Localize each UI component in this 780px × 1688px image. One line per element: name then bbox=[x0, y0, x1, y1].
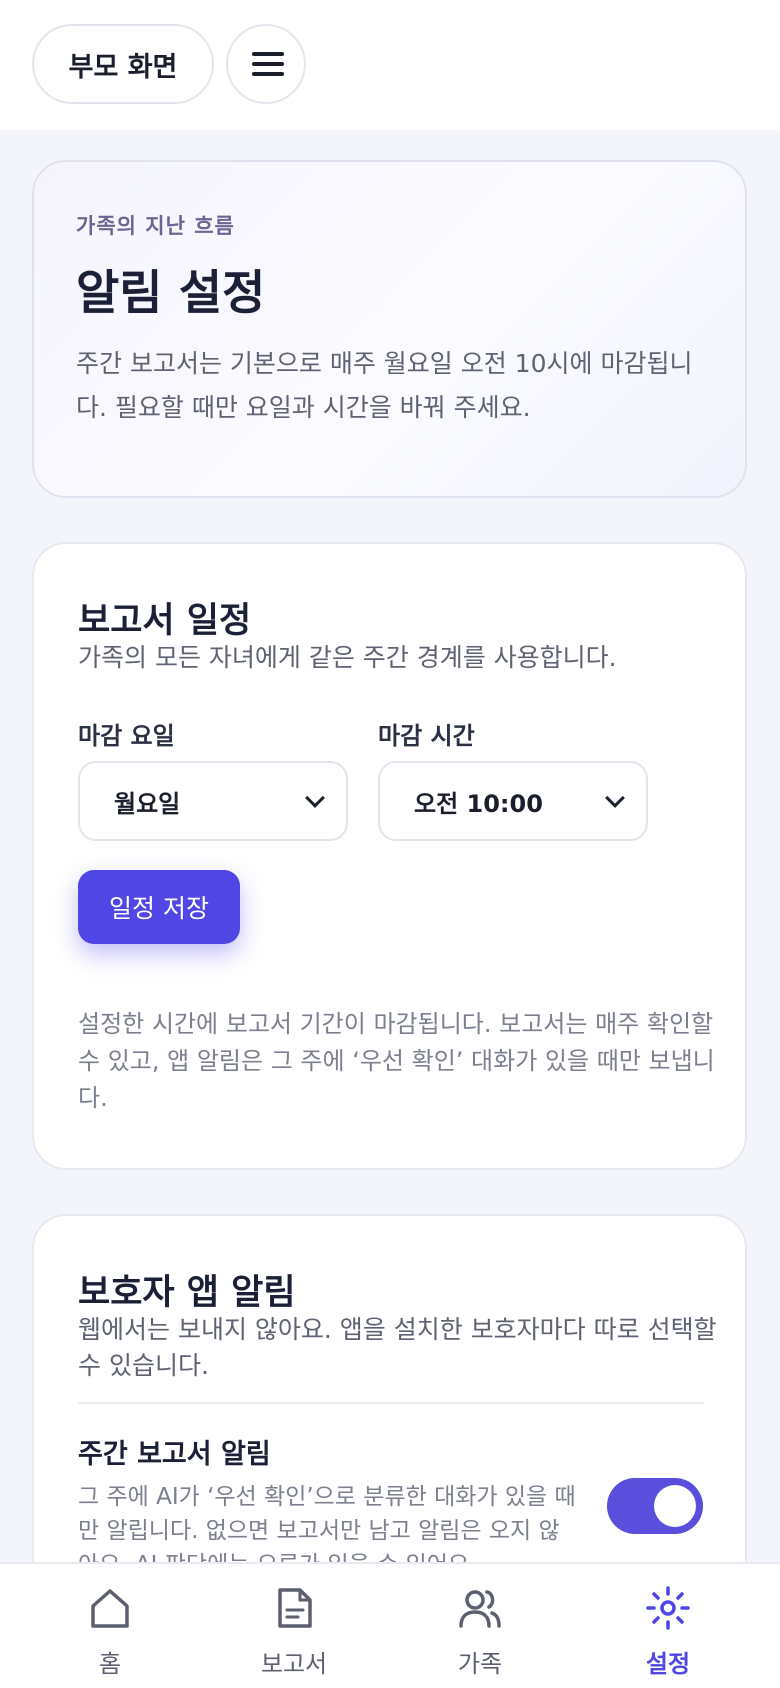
alerts-subtitle: 웹에서는 보내지 않아요. 앱을 설치한 보호자마다 따로 선택할 수 있습니다… bbox=[78, 1315, 717, 1380]
toggle-knob bbox=[654, 1485, 696, 1527]
deadline-day-value: 월요일 bbox=[114, 789, 181, 818]
menu-button[interactable] bbox=[226, 24, 306, 104]
nav-item-reports[interactable]: 보고서 bbox=[234, 1564, 354, 1688]
hero-eyebrow: 가족의 지난 흐름 bbox=[76, 214, 235, 238]
save-schedule-button[interactable]: 일정 저장 bbox=[78, 870, 240, 944]
report-schedule-card: 보고서 일정 가족의 모든 자녀에게 같은 주간 경계를 사용합니다. 마감 요… bbox=[32, 542, 747, 1170]
sun-settings-icon bbox=[646, 1586, 690, 1630]
deadline-day-label: 마감 요일 bbox=[78, 722, 175, 750]
hero-description: 주간 보고서는 기본으로 매주 월요일 오전 10시에 마감됩니다. 필요할 때… bbox=[76, 349, 693, 422]
save-schedule-label: 일정 저장 bbox=[109, 894, 209, 923]
parent-screen-label: 부모 화면 bbox=[68, 51, 178, 83]
deadline-day-select[interactable]: 월요일 bbox=[78, 761, 348, 841]
deadline-time-label: 마감 시간 bbox=[378, 722, 475, 750]
deadline-time-select[interactable]: 오전 10:00 bbox=[378, 761, 648, 841]
bottom-navigation: 홈 보고서 가족 설정 bbox=[0, 1562, 780, 1688]
schedule-note: 설정한 시간에 보고서 기간이 마감됩니다. 보고서는 매주 확인할 수 있고,… bbox=[78, 1010, 715, 1112]
document-icon bbox=[278, 1588, 312, 1628]
nav-label-home: 홈 bbox=[98, 1650, 122, 1678]
hero-card: 가족의 지난 흐름 알림 설정 주간 보고서는 기본으로 매주 월요일 오전 1… bbox=[32, 160, 747, 498]
nav-label-family: 가족 bbox=[457, 1650, 503, 1678]
page-title: 알림 설정 bbox=[76, 266, 266, 321]
schedule-title: 보고서 일정 bbox=[78, 601, 252, 641]
chevron-down-icon bbox=[605, 788, 625, 808]
divider bbox=[78, 1402, 704, 1404]
weekly-report-alert-toggle[interactable] bbox=[607, 1478, 703, 1534]
alerts-title: 보호자 앱 알림 bbox=[78, 1273, 296, 1313]
settings-page: 부모 화면 가족의 지난 흐름 알림 설정 주간 보고서는 기본으로 매주 월요… bbox=[0, 0, 780, 1688]
parent-screen-button[interactable]: 부모 화면 bbox=[32, 24, 214, 104]
nav-item-home[interactable]: 홈 bbox=[50, 1564, 170, 1688]
people-icon bbox=[459, 1590, 501, 1628]
deadline-time-value: 오전 10:00 bbox=[414, 789, 543, 818]
schedule-subtitle: 가족의 모든 자녀에게 같은 주간 경계를 사용합니다. bbox=[78, 643, 617, 672]
nav-label-reports: 보고서 bbox=[260, 1650, 328, 1678]
nav-label-settings: 설정 bbox=[645, 1650, 691, 1678]
nav-item-settings[interactable]: 설정 bbox=[608, 1564, 728, 1688]
top-bar: 부모 화면 bbox=[0, 0, 780, 130]
chevron-down-icon bbox=[305, 788, 325, 808]
weekly-report-alert-title: 주간 보고서 알림 bbox=[78, 1439, 271, 1470]
nav-item-family[interactable]: 가족 bbox=[420, 1564, 540, 1688]
home-icon bbox=[91, 1589, 129, 1628]
